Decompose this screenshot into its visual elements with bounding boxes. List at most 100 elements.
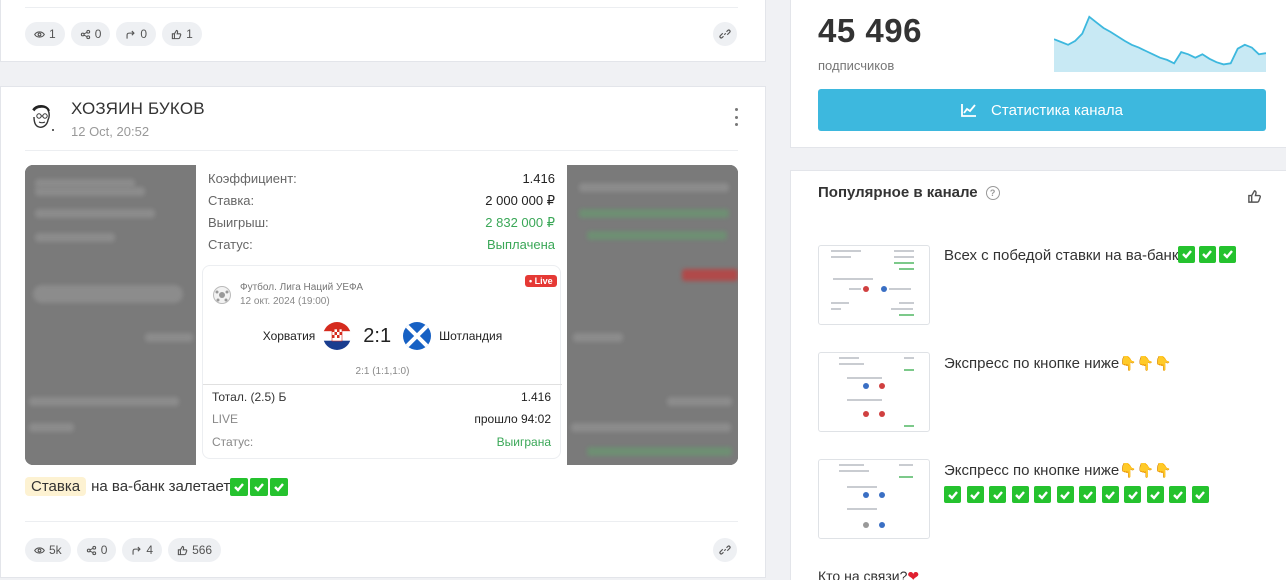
scotland-flag-icon bbox=[403, 322, 432, 350]
receipt-row-coefficient: Коэффициент: 1.416 bbox=[208, 171, 555, 186]
divider bbox=[25, 150, 738, 151]
match-teams: Хорватия 2:1 Шотландия bbox=[203, 322, 562, 350]
shares-pill[interactable]: 0 bbox=[76, 538, 117, 562]
receipt-key: Коэффициент: bbox=[208, 171, 297, 186]
bet-value: прошло 94:02 bbox=[474, 412, 551, 426]
blur-shape bbox=[587, 447, 732, 456]
thumbs-up-icon bbox=[177, 545, 188, 555]
forwards-pill[interactable]: 0 bbox=[116, 22, 157, 46]
divider bbox=[25, 7, 738, 8]
post-date[interactable]: 12 Oct, 20:52 bbox=[71, 124, 149, 139]
thumb-line bbox=[894, 250, 914, 252]
caption-highlight[interactable]: Ставка bbox=[25, 477, 87, 496]
blur-shape bbox=[667, 397, 732, 406]
forwards-count: 4 bbox=[146, 543, 154, 557]
check-mark-icon bbox=[1169, 486, 1186, 503]
pointing-down-icon: 👇 bbox=[1119, 462, 1137, 478]
help-icon[interactable]: ? bbox=[985, 185, 1000, 200]
eye-icon bbox=[34, 30, 45, 38]
thumb-line bbox=[899, 268, 914, 270]
popular-item-text[interactable]: Экспресс по кнопке ниже👇👇👇 bbox=[944, 459, 1172, 482]
receipt-row-winnings: Выигрыш: 2 832 000 ₽ bbox=[208, 215, 555, 231]
heart-icon: ❤ bbox=[907, 568, 920, 580]
bet-row-live: LIVE прошло 94:02 bbox=[212, 412, 551, 426]
check-mark-icon bbox=[230, 477, 249, 496]
views-count: 5k bbox=[49, 543, 62, 557]
thumb-dot bbox=[863, 492, 869, 498]
popular-item-label: Экспресс по кнопке ниже bbox=[944, 355, 1120, 372]
thumb-dot bbox=[879, 522, 885, 528]
bet-key: Статус: bbox=[212, 435, 254, 449]
thumb-line bbox=[839, 470, 869, 472]
blur-shape bbox=[682, 269, 738, 281]
check-mark-icon bbox=[1124, 486, 1141, 503]
likes-count: 1 bbox=[186, 27, 193, 41]
popular-title: Популярное в канале ? bbox=[818, 184, 1000, 201]
thumbs-up-icon[interactable] bbox=[1247, 189, 1262, 204]
thumb-dot bbox=[863, 286, 869, 292]
thumb-line bbox=[831, 302, 849, 304]
more-options-button[interactable] bbox=[730, 108, 742, 126]
copy-link-button[interactable] bbox=[713, 538, 737, 562]
receipt-value: 2 832 000 ₽ bbox=[485, 215, 555, 230]
author-name[interactable]: ХОЗЯИН БУКОВ bbox=[71, 99, 205, 119]
thumb-line bbox=[894, 256, 914, 258]
avatar-sketch-icon bbox=[27, 103, 55, 131]
pointing-down-icon: 👇 bbox=[1136, 355, 1155, 371]
thumb-dot bbox=[879, 411, 885, 417]
check-mark-icon bbox=[1178, 245, 1196, 263]
likes-pill[interactable]: 566 bbox=[168, 538, 222, 562]
caption-text: на ва-банк залетает bbox=[91, 478, 231, 495]
receipt-key: Статус: bbox=[208, 237, 253, 252]
bet-value: Выиграна bbox=[496, 435, 551, 449]
dot bbox=[734, 123, 738, 126]
post-image[interactable]: Коэффициент: 1.416 Ставка: 2 000 000 ₽ В… bbox=[25, 165, 738, 465]
eye-icon bbox=[34, 546, 45, 554]
blurred-background-right bbox=[567, 165, 738, 465]
divider bbox=[203, 384, 562, 385]
blur-shape bbox=[29, 397, 179, 406]
forwards-pill[interactable]: 4 bbox=[122, 538, 163, 562]
popular-item-text[interactable]: Экспресс по кнопке ниже👇👇👇 bbox=[944, 352, 1172, 375]
halftime-score: 2:1 (1:1,1:0) bbox=[355, 366, 410, 377]
popular-item-text[interactable]: Кто на связи?❤ bbox=[818, 568, 919, 580]
check-mark-icon bbox=[1198, 245, 1216, 263]
pointing-down-icon: 👇 bbox=[1154, 462, 1172, 478]
popular-item-label: Экспресс по кнопке ниже bbox=[944, 462, 1120, 479]
blur-shape bbox=[587, 231, 727, 240]
croatia-flag-icon bbox=[323, 322, 352, 350]
views-pill[interactable]: 1 bbox=[25, 22, 65, 46]
match-date: 12 окт. 2024 (19:00) bbox=[240, 296, 330, 307]
thumb-line bbox=[899, 476, 913, 478]
popular-item-thumbnail[interactable] bbox=[818, 352, 930, 432]
thumb-line bbox=[904, 369, 914, 371]
blur-shape bbox=[33, 285, 183, 303]
popular-item-thumbnail[interactable] bbox=[818, 245, 930, 325]
bet-receipt: Коэффициент: 1.416 Ставка: 2 000 000 ₽ В… bbox=[196, 165, 567, 465]
check-mark-icon bbox=[1011, 486, 1029, 503]
popular-item-label: Кто на связи? bbox=[818, 568, 908, 580]
likes-pill[interactable]: 1 bbox=[162, 22, 202, 46]
check-mark-icon bbox=[1034, 486, 1051, 503]
author-avatar[interactable] bbox=[26, 102, 56, 132]
check-emoji-row bbox=[944, 486, 1214, 503]
shares-pill[interactable]: 0 bbox=[70, 22, 111, 46]
forward-icon bbox=[126, 30, 136, 39]
match-card: Футбол. Лига Наций УЕФА 12 окт. 2024 (19… bbox=[202, 265, 562, 459]
thumb-line bbox=[899, 464, 913, 466]
popular-item-text[interactable]: Всех с победой ставки на ва-банк bbox=[944, 245, 1240, 267]
thumb-dot bbox=[879, 492, 885, 498]
thumb-line bbox=[904, 357, 914, 359]
thumb-line bbox=[839, 363, 864, 365]
thumb-line bbox=[894, 262, 914, 264]
copy-link-button[interactable] bbox=[713, 22, 737, 46]
thumb-line bbox=[891, 308, 913, 310]
receipt-row-status: Статус: Выплачена bbox=[208, 237, 555, 252]
subscriber-sparkline[interactable] bbox=[1054, 10, 1266, 72]
views-pill[interactable]: 5k bbox=[25, 538, 71, 562]
channel-stats-button[interactable]: Статистика канала bbox=[818, 89, 1266, 131]
popular-item-label: Всех с победой ставки на ва-банк bbox=[944, 247, 1179, 264]
thumb-line bbox=[849, 288, 861, 290]
league-name: Футбол. Лига Наций УЕФА bbox=[240, 282, 364, 293]
popular-item-thumbnail[interactable] bbox=[818, 459, 930, 539]
